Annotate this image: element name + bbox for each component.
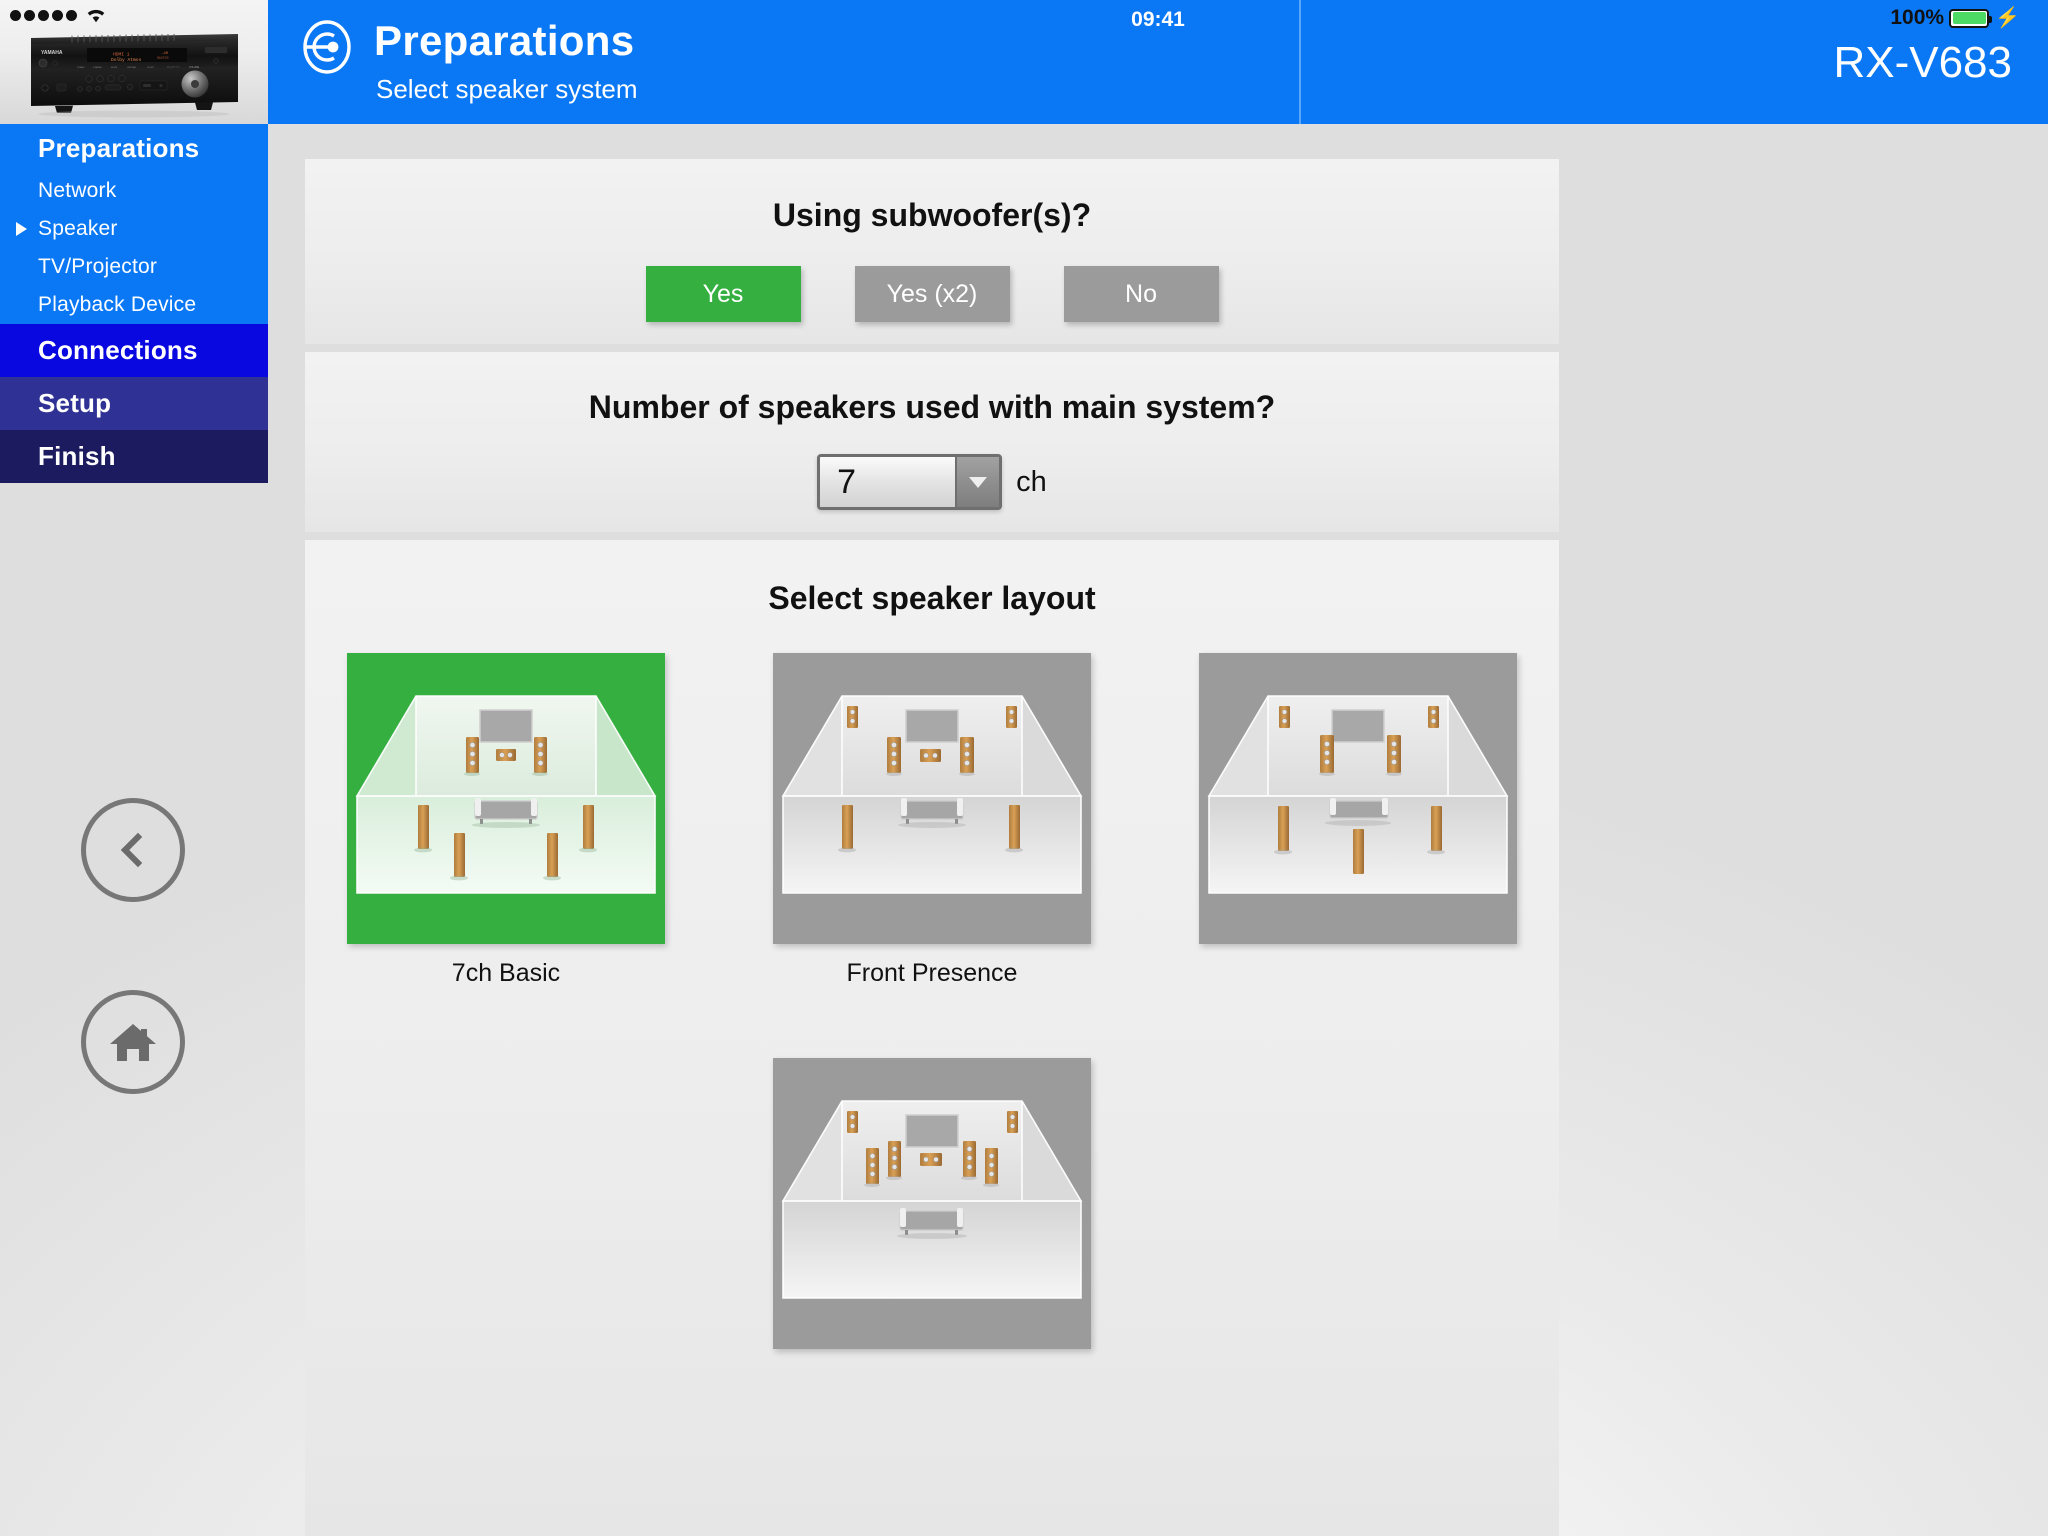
svg-text:Dolby Atmos: Dolby Atmos: [111, 57, 142, 63]
signal-dot: [24, 9, 35, 21]
layout-option-4[interactable]: [773, 1058, 1091, 1364]
wifi-icon: [85, 7, 107, 23]
layout-label: Front Presence: [846, 959, 1018, 987]
channel-count-select[interactable]: 7: [817, 454, 1003, 510]
subwoofer-options: Yes Yes (x2) No: [305, 266, 1559, 322]
sidebar-item-speaker[interactable]: Speaker: [0, 210, 268, 248]
sidebar-item-label: Preparations: [38, 132, 200, 163]
sidebar-item-label: Network: [38, 179, 117, 202]
battery-percent-label: 100%: [1890, 6, 1945, 29]
app-header: Preparations Select speaker system 09:41…: [268, 0, 2048, 124]
back-button[interactable]: [81, 798, 185, 902]
yamaha-receiver-image: YAMAHA HDMI 1 Dolby Atmos -40 MASTER TUN…: [31, 33, 238, 118]
main-content: Using subwoofer(s)? Yes Yes (x2) No Numb…: [268, 124, 2048, 1536]
speaker-layout-card: Select speaker layout 7ch Basic Front Pr…: [305, 540, 1559, 1536]
layout-question: Select speaker layout: [768, 580, 1096, 616]
device-model-label: RX-V683: [1833, 38, 2012, 87]
layout-thumbnail[interactable]: [773, 1058, 1091, 1349]
channel-count-value: 7: [820, 457, 956, 507]
sidebar-item-label: Finish: [38, 441, 116, 471]
layout-thumbnail[interactable]: [347, 653, 665, 944]
sidebar-item-finish[interactable]: Finish: [0, 430, 268, 483]
sidebar-item-label: Connections: [38, 335, 198, 365]
signal-dot: [10, 9, 21, 21]
lightning-bolt-icon: ⚡: [1995, 7, 2020, 29]
signal-dot: [38, 9, 49, 21]
channel-unit-label: ch: [1016, 465, 1047, 498]
sidebar-nav: Preparations Network Speaker TV/Projecto…: [0, 124, 268, 483]
sidebar-item-tv-projector[interactable]: TV/Projector: [0, 248, 268, 286]
channel-count-row: 7 ch: [305, 454, 1559, 510]
app-root: YAMAHA HDMI 1 Dolby Atmos -40 MASTER TUN…: [0, 0, 2048, 1536]
battery-nub: [1989, 15, 1993, 23]
header-divider: [1299, 0, 1301, 124]
option-label: Yes: [702, 279, 744, 308]
sidebar-item-connections[interactable]: Connections: [0, 324, 268, 377]
chevron-left-icon: [120, 832, 143, 868]
home-icon: [110, 1024, 156, 1061]
status-bar-time: 09:41: [1131, 8, 1185, 31]
svg-text:MASTER: MASTER: [157, 56, 169, 60]
sidebar-item-label: TV/Projector: [38, 255, 158, 278]
chevron-down-icon[interactable]: [955, 457, 1000, 507]
signal-dot: [52, 9, 63, 21]
layout-options: 7ch Basic Front Presence: [305, 653, 1559, 1364]
layout-thumbnail[interactable]: [773, 653, 1091, 944]
subwoofer-option-yes[interactable]: Yes: [645, 266, 801, 322]
sidebar-item-network[interactable]: Network: [0, 172, 268, 210]
subwoofer-question: Using subwoofer(s)?: [772, 197, 1092, 233]
layout-option-front-presence[interactable]: Front Presence: [773, 653, 1091, 988]
sidebar-item-playback-device[interactable]: Playback Device: [0, 286, 268, 324]
layout-thumbnail[interactable]: [1199, 653, 1517, 944]
subwoofer-option-no[interactable]: No: [1063, 266, 1219, 322]
svg-text:HDMI 1: HDMI 1: [113, 52, 130, 58]
layout-option-7ch-basic[interactable]: 7ch Basic: [347, 653, 665, 988]
channel-count-card: Number of speakers used with main system…: [305, 352, 1559, 532]
sidebar: YAMAHA HDMI 1 Dolby Atmos -40 MASTER TUN…: [0, 0, 268, 1536]
status-bar-left: [10, 7, 107, 23]
channel-count-question: Number of speakers used with main system…: [588, 389, 1276, 425]
battery-fill: [1952, 12, 1986, 24]
signal-dot: [66, 9, 77, 21]
option-label: No: [1125, 279, 1157, 308]
layout-label: 7ch Basic: [451, 959, 561, 987]
sidebar-item-label: Setup: [38, 388, 112, 418]
home-button[interactable]: [81, 990, 185, 1094]
sidebar-item-label: Speaker: [38, 217, 118, 240]
subwoofer-card: Using subwoofer(s)? Yes Yes (x2) No: [305, 159, 1559, 344]
option-label: Yes (x2): [886, 279, 978, 308]
battery-icon: [1949, 8, 1993, 28]
subwoofer-option-yes-x2[interactable]: Yes (x2): [854, 266, 1010, 322]
device-image-panel: YAMAHA HDMI 1 Dolby Atmos -40 MASTER TUN…: [0, 0, 268, 124]
caret-right-icon: [16, 222, 27, 236]
sidebar-item-setup[interactable]: Setup: [0, 377, 268, 430]
svg-text:VOLUME: VOLUME: [189, 66, 200, 69]
sidebar-item-label: Playback Device: [38, 293, 197, 316]
battery-indicator: 100% ⚡: [1890, 6, 2020, 30]
svg-text:TUNED: TUNED: [77, 67, 85, 69]
sidebar-item-preparations[interactable]: Preparations: [0, 124, 268, 172]
page-subtitle: Select speaker system: [376, 74, 638, 104]
svg-text:YAMAHA: YAMAHA: [41, 50, 63, 56]
layout-option-3[interactable]: [1199, 653, 1517, 988]
